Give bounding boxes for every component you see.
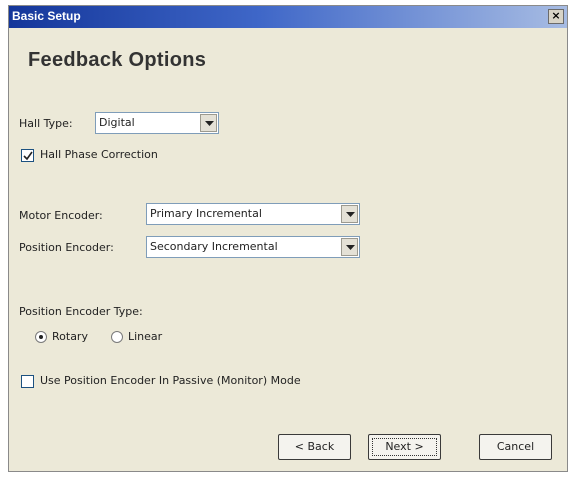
close-button[interactable]: ×: [548, 9, 564, 24]
position-encoder-type-label: Position Encoder Type:: [19, 305, 143, 318]
radio-rotary[interactable]: [35, 331, 47, 343]
window-title: Basic Setup: [12, 9, 81, 23]
passive-mode-checkbox[interactable]: [21, 375, 34, 388]
radio-rotary-label: Rotary: [52, 330, 88, 343]
chevron-down-icon: [346, 245, 355, 250]
cancel-button[interactable]: Cancel: [479, 434, 552, 460]
motor-encoder-value: Primary Incremental: [150, 207, 262, 220]
chevron-down-icon: [346, 212, 355, 217]
hall-type-label: Hall Type:: [19, 117, 73, 130]
close-icon: ×: [551, 9, 561, 22]
title-bar[interactable]: Basic Setup ×: [9, 6, 567, 28]
hall-phase-correction-checkbox[interactable]: [21, 149, 34, 162]
radio-selected-dot: [39, 335, 43, 339]
hall-type-dropdown-button[interactable]: [200, 114, 217, 132]
basic-setup-dialog: Basic Setup × Feedback Options Hall Type…: [8, 5, 568, 472]
hall-type-select[interactable]: Digital: [95, 112, 219, 134]
page-title: Feedback Options: [28, 49, 207, 71]
back-button[interactable]: < Back: [278, 434, 351, 460]
cancel-button-label: Cancel: [496, 440, 535, 453]
next-button[interactable]: Next >: [368, 434, 441, 460]
back-button-label: < Back: [294, 440, 335, 453]
radio-linear-label: Linear: [128, 330, 163, 343]
position-encoder-label: Position Encoder:: [19, 241, 114, 254]
hall-phase-correction-label: Hall Phase Correction: [40, 148, 158, 161]
passive-mode-label: Use Position Encoder In Passive (Monitor…: [40, 374, 301, 387]
position-encoder-value: Secondary Incremental: [150, 240, 278, 253]
motor-encoder-label: Motor Encoder:: [19, 209, 103, 222]
hall-type-value: Digital: [99, 116, 135, 129]
position-encoder-select[interactable]: Secondary Incremental: [146, 236, 360, 258]
motor-encoder-dropdown-button[interactable]: [341, 205, 358, 223]
radio-linear[interactable]: [111, 331, 123, 343]
chevron-down-icon: [205, 121, 214, 126]
next-button-label: Next >: [385, 440, 424, 453]
motor-encoder-select[interactable]: Primary Incremental: [146, 203, 360, 225]
position-encoder-dropdown-button[interactable]: [341, 238, 358, 256]
checkmark-icon: [23, 151, 33, 161]
